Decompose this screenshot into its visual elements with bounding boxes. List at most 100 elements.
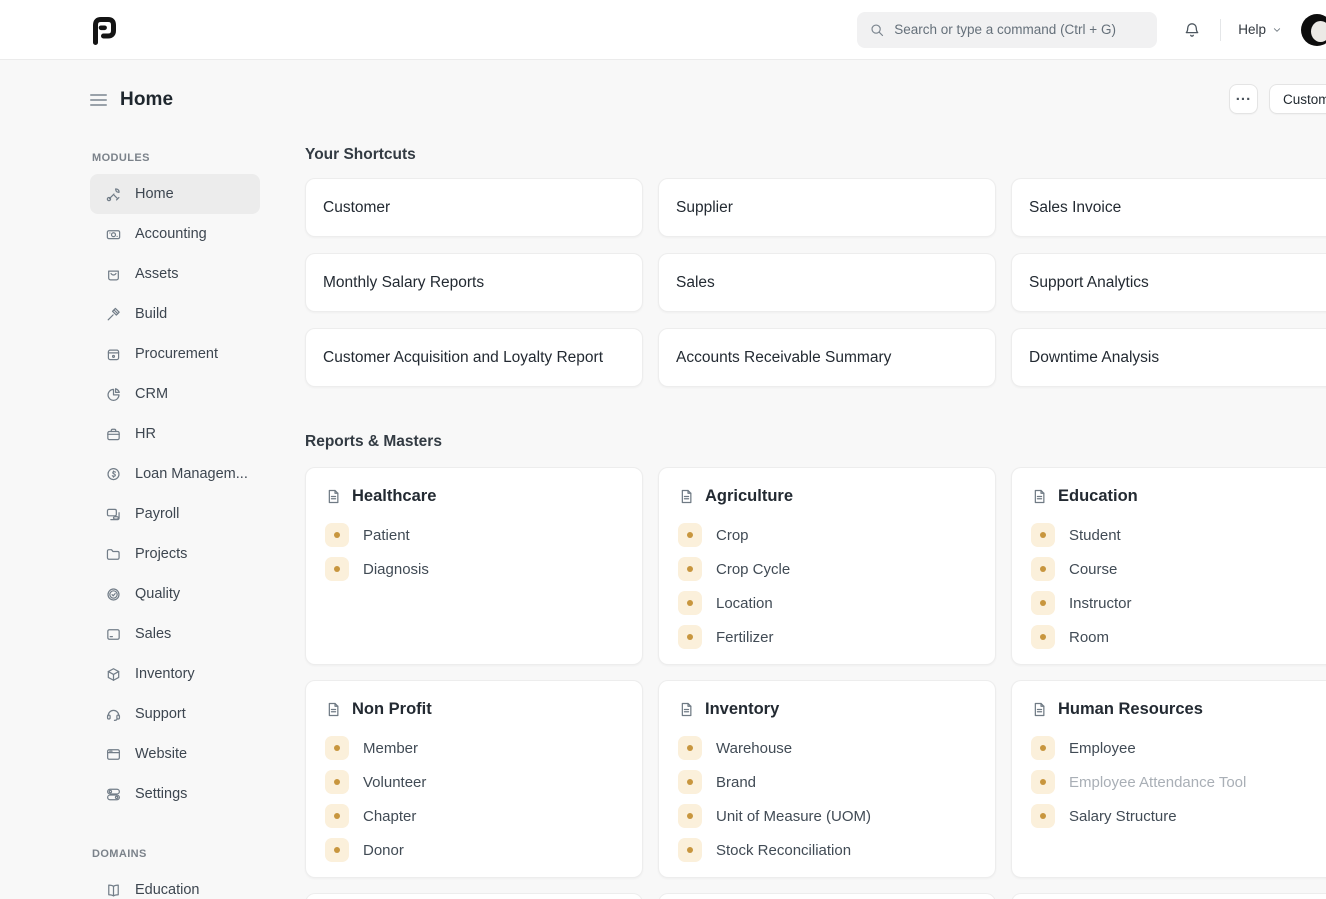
report-link-donor[interactable]: Donor — [325, 838, 623, 862]
sidebar-item-quality[interactable]: Quality — [90, 574, 260, 614]
bullet-icon — [678, 523, 702, 547]
sidebar-item-loan-management[interactable]: Loan Managem... — [90, 454, 260, 494]
shortcut-support-analytics[interactable]: Support Analytics — [1011, 253, 1326, 312]
card-title-education[interactable]: Education — [1031, 487, 1326, 506]
report-link-course[interactable]: Course — [1031, 557, 1326, 581]
report-link-student[interactable]: Student — [1031, 523, 1326, 547]
bullet-icon — [678, 804, 702, 828]
sidebar-toggle-button[interactable] — [90, 92, 107, 108]
card-title-healthcare[interactable]: Healthcare — [325, 487, 623, 506]
report-link-employee-attendance-tool[interactable]: Employee Attendance Tool — [1031, 770, 1326, 794]
sidebar-item-payroll[interactable]: Payroll — [90, 494, 260, 534]
bag-icon — [105, 266, 122, 283]
main-content: Your Shortcuts Customer Supplier Sales I… — [305, 138, 1326, 899]
report-card-agriculture: Agriculture Crop Crop Cycle Location Fer… — [658, 467, 996, 665]
app-window: Search or type a command (Ctrl + G) Help… — [0, 0, 1326, 899]
headset-icon — [105, 706, 122, 723]
customize-button[interactable]: Customize — [1269, 84, 1326, 114]
reports-heading: Reports & Masters — [305, 433, 1326, 451]
bullet-icon — [678, 838, 702, 862]
report-link-stock-reconciliation[interactable]: Stock Reconciliation — [678, 838, 976, 862]
bullet-icon — [1031, 625, 1055, 649]
report-card-human-resources: Human Resources Employee Employee Attend… — [1011, 680, 1326, 878]
bullet-icon — [325, 770, 349, 794]
report-link-patient[interactable]: Patient — [325, 523, 623, 547]
browser-icon — [105, 746, 122, 763]
report-link-uom[interactable]: Unit of Measure (UOM) — [678, 804, 976, 828]
report-link-brand[interactable]: Brand — [678, 770, 976, 794]
report-link-employee[interactable]: Employee — [1031, 736, 1326, 760]
report-link-room[interactable]: Room — [1031, 625, 1326, 649]
sidebar-item-projects[interactable]: Projects — [90, 534, 260, 574]
hamburger-icon — [90, 94, 107, 96]
sidebar-item-crm[interactable]: CRM — [90, 374, 260, 414]
card-title-inventory[interactable]: Inventory — [678, 700, 976, 719]
file-text-icon — [678, 488, 695, 505]
sidebar-item-home[interactable]: Home — [90, 174, 260, 214]
report-link-instructor[interactable]: Instructor — [1031, 591, 1326, 615]
report-card-partial[interactable] — [658, 893, 996, 899]
sidebar-item-website[interactable]: Website — [90, 734, 260, 774]
report-link-chapter[interactable]: Chapter — [325, 804, 623, 828]
file-text-icon — [325, 488, 342, 505]
frappe-logo[interactable] — [90, 15, 119, 45]
shortcut-sales-invoice[interactable]: Sales Invoice — [1011, 178, 1326, 237]
bullet-icon — [325, 804, 349, 828]
bullet-icon — [678, 591, 702, 615]
package-icon — [105, 666, 122, 683]
sidebar-section-domains: DOMAINS — [92, 848, 260, 860]
report-card-partial[interactable] — [305, 893, 643, 899]
next-row-card-tops — [305, 893, 1326, 899]
more-options-button[interactable]: ... — [1229, 84, 1258, 114]
shortcut-customer-acquisition[interactable]: Customer Acquisition and Loyalty Report — [305, 328, 643, 387]
bullet-icon — [325, 736, 349, 760]
bullet-icon — [1031, 557, 1055, 581]
notifications-button[interactable] — [1183, 21, 1201, 39]
coin-hand-icon — [105, 466, 122, 483]
sidebar-item-procurement[interactable]: Procurement — [90, 334, 260, 374]
search-input[interactable]: Search or type a command (Ctrl + G) — [857, 12, 1157, 48]
report-link-fertilizer[interactable]: Fertilizer — [678, 625, 976, 649]
card-title-agriculture[interactable]: Agriculture — [678, 487, 976, 506]
reports-grid: Healthcare Patient Diagnosis Agriculture… — [305, 467, 1326, 878]
bullet-icon — [325, 523, 349, 547]
sidebar-item-settings[interactable]: Settings — [90, 774, 260, 814]
shortcut-sales[interactable]: Sales — [658, 253, 996, 312]
bullet-icon — [678, 557, 702, 581]
report-link-location[interactable]: Location — [678, 591, 976, 615]
report-link-volunteer[interactable]: Volunteer — [325, 770, 623, 794]
report-link-crop-cycle[interactable]: Crop Cycle — [678, 557, 976, 581]
report-link-member[interactable]: Member — [325, 736, 623, 760]
sidebar-item-education[interactable]: Education — [90, 870, 260, 899]
sidebar-item-support[interactable]: Support — [90, 694, 260, 734]
hammer-icon — [105, 306, 122, 323]
report-link-crop[interactable]: Crop — [678, 523, 976, 547]
bullet-icon — [1031, 591, 1055, 615]
sidebar-item-build[interactable]: Build — [90, 294, 260, 334]
report-link-diagnosis[interactable]: Diagnosis — [325, 557, 623, 581]
badge-check-icon — [105, 586, 122, 603]
shortcut-accounts-receivable[interactable]: Accounts Receivable Summary — [658, 328, 996, 387]
sidebar-item-hr[interactable]: HR — [90, 414, 260, 454]
shortcut-customer[interactable]: Customer — [305, 178, 643, 237]
box-icon — [105, 346, 122, 363]
bullet-icon — [1031, 736, 1055, 760]
card-title-human-resources[interactable]: Human Resources — [1031, 700, 1326, 719]
report-link-salary-structure[interactable]: Salary Structure — [1031, 804, 1326, 828]
bell-icon — [1183, 21, 1201, 39]
user-avatar[interactable] — [1301, 14, 1326, 46]
shortcut-supplier[interactable]: Supplier — [658, 178, 996, 237]
book-icon — [105, 882, 122, 899]
sidebar: MODULES Home Accounting Assets Build Pro… — [90, 138, 260, 899]
help-menu[interactable]: Help — [1238, 22, 1283, 37]
report-link-warehouse[interactable]: Warehouse — [678, 736, 976, 760]
report-card-partial[interactable] — [1011, 893, 1326, 899]
sidebar-item-accounting[interactable]: Accounting — [90, 214, 260, 254]
report-card-education: Education Student Course Instructor Room — [1011, 467, 1326, 665]
shortcut-monthly-salary-reports[interactable]: Monthly Salary Reports — [305, 253, 643, 312]
sidebar-item-assets[interactable]: Assets — [90, 254, 260, 294]
shortcut-downtime-analysis[interactable]: Downtime Analysis — [1011, 328, 1326, 387]
card-title-non-profit[interactable]: Non Profit — [325, 700, 623, 719]
sidebar-item-sales[interactable]: Sales — [90, 614, 260, 654]
sidebar-item-inventory[interactable]: Inventory — [90, 654, 260, 694]
